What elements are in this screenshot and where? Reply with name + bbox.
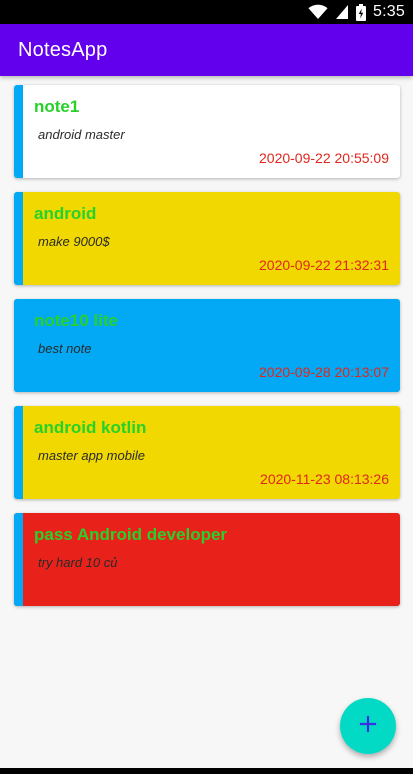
note-content: try hard 10 củ [38, 555, 118, 570]
note-card[interactable]: android make 9000$ 2020-09-22 21:32:31 [14, 192, 400, 285]
note-content: master app mobile [38, 448, 145, 463]
add-note-button[interactable] [340, 698, 396, 754]
note-title: note10 lite [34, 311, 119, 330]
signal-icon [335, 4, 349, 20]
note-content: make 9000$ [38, 234, 110, 249]
phone-screen: 5:35 NotesApp note1 android master 2020-… [0, 0, 413, 774]
note-title: note1 [34, 97, 80, 116]
note-content: best note [38, 341, 92, 356]
status-bar: 5:35 [0, 0, 413, 24]
note-accent-bar [14, 299, 23, 392]
notes-list[interactable]: note1 android master 2020-09-22 20:55:09… [0, 76, 413, 768]
app-title: NotesApp [18, 38, 108, 61]
status-time: 5:35 [373, 3, 405, 20]
note-accent-bar [14, 406, 23, 499]
wifi-icon [308, 4, 328, 20]
nav-bar-edge [0, 768, 413, 774]
note-accent-bar [14, 192, 23, 285]
note-card[interactable]: android kotlin master app mobile 2020-11… [14, 406, 400, 499]
note-content: android master [38, 127, 125, 142]
note-date: 2020-09-28 20:13:07 [259, 364, 389, 380]
note-card[interactable]: pass Android developer try hard 10 củ [14, 513, 400, 606]
note-card[interactable]: note1 android master 2020-09-22 20:55:09 [14, 85, 400, 178]
note-title: android [34, 204, 97, 223]
app-bar: NotesApp [0, 24, 413, 76]
note-date: 2020-11-23 08:13:26 [260, 471, 389, 487]
plus-icon [359, 715, 377, 738]
note-date: 2020-09-22 20:55:09 [259, 150, 389, 166]
note-title: pass Android developer [34, 525, 228, 544]
note-card[interactable]: note10 lite best note 2020-09-28 20:13:0… [14, 299, 400, 392]
battery-icon [356, 3, 367, 21]
note-accent-bar [14, 513, 23, 606]
note-accent-bar [14, 85, 23, 178]
note-date: 2020-09-22 21:32:31 [259, 257, 389, 273]
note-title: android kotlin [34, 418, 147, 437]
